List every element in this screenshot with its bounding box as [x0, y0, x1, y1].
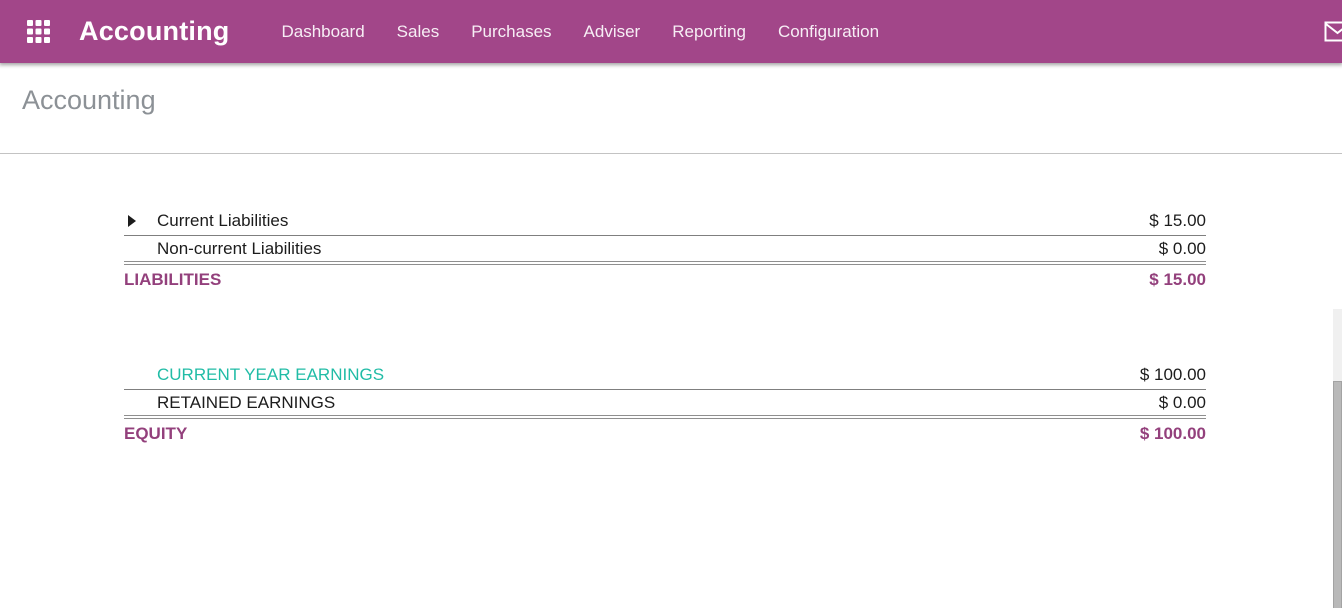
apps-grid-icon[interactable] [26, 20, 50, 44]
report-row-retained-earnings[interactable]: RETAINED EARNINGS $ 0.00 [124, 390, 1206, 419]
total-amount: $ 15.00 [1149, 270, 1206, 290]
breadcrumb[interactable]: Accounting [22, 85, 156, 116]
report-row-noncurrent-liabilities[interactable]: Non-current Liabilities $ 0.00 [124, 236, 1206, 265]
vertical-scrollbar-track[interactable] [1333, 309, 1342, 608]
row-amount: $ 0.00 [1159, 239, 1206, 259]
report-row-equity-total: EQUITY $ 100.00 [124, 419, 1206, 448]
menu-item-reporting[interactable]: Reporting [656, 2, 762, 62]
total-label: LIABILITIES [124, 270, 1149, 290]
control-panel: Accounting [0, 63, 1342, 154]
row-label: Non-current Liabilities [124, 239, 1159, 259]
menu-item-dashboard[interactable]: Dashboard [266, 2, 381, 62]
section-gap [124, 294, 1206, 361]
row-amount: $ 0.00 [1159, 393, 1206, 413]
row-label: RETAINED EARNINGS [124, 393, 1159, 413]
menu-item-configuration[interactable]: Configuration [762, 2, 895, 62]
row-label: CURRENT YEAR EARNINGS [124, 365, 1140, 385]
menu-item-adviser[interactable]: Adviser [568, 2, 657, 62]
menu-item-purchases[interactable]: Purchases [455, 2, 567, 62]
row-label: Current Liabilities [124, 211, 1149, 231]
app-title[interactable]: Accounting [79, 16, 230, 47]
report-row-liabilities-total: LIABILITIES $ 15.00 [124, 265, 1206, 294]
total-label: EQUITY [124, 424, 1140, 444]
envelope-icon[interactable] [1324, 21, 1342, 42]
total-amount: $ 100.00 [1140, 424, 1206, 444]
balance-sheet-report: Current Liabilities $ 15.00 Non-current … [124, 207, 1206, 448]
report-row-current-year-earnings[interactable]: CURRENT YEAR EARNINGS $ 100.00 [124, 361, 1206, 390]
report-row-current-liabilities[interactable]: Current Liabilities $ 15.00 [124, 207, 1206, 236]
expand-caret-icon[interactable] [128, 215, 136, 227]
report-content-area: Current Liabilities $ 15.00 Non-current … [0, 154, 1342, 608]
vertical-scrollbar-thumb[interactable] [1333, 381, 1342, 608]
top-navbar: Accounting Dashboard Sales Purchases Adv… [0, 0, 1342, 63]
row-amount: $ 100.00 [1140, 365, 1206, 385]
row-amount: $ 15.00 [1149, 211, 1206, 231]
menu-item-sales[interactable]: Sales [381, 2, 456, 62]
main-menu: Dashboard Sales Purchases Adviser Report… [266, 2, 896, 62]
